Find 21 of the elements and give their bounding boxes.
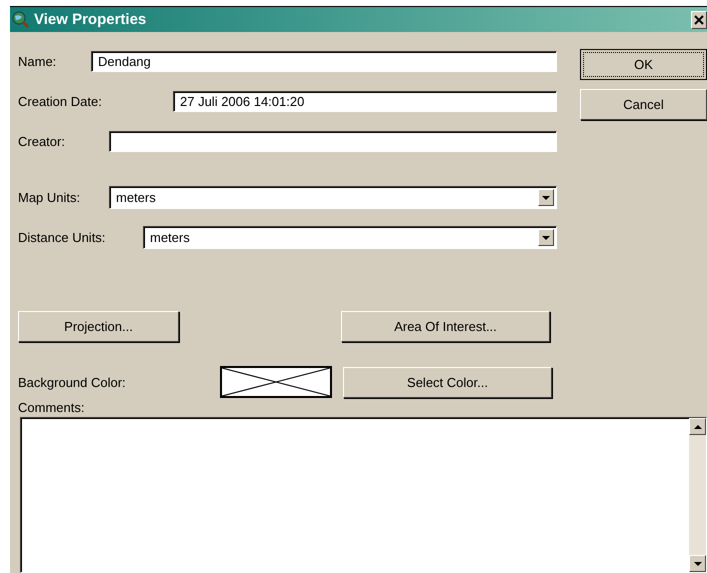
input-field[interactable] bbox=[109, 131, 557, 152]
field-label: Background Color: bbox=[18, 374, 127, 390]
field-label: Name: bbox=[18, 54, 58, 69]
cancel-button[interactable]: Cancel bbox=[580, 89, 707, 120]
window-title: View Properties bbox=[34, 11, 148, 28]
field-label: Map Units: bbox=[18, 190, 82, 205]
field-label: Creator: bbox=[18, 134, 66, 149]
input-field[interactable]: 27 Juli 2006 14:01:20 bbox=[173, 91, 557, 112]
select-color-button[interactable]: Select Color... bbox=[343, 366, 552, 398]
field-label: Creation Date: bbox=[18, 94, 103, 109]
close-button[interactable] bbox=[691, 10, 707, 28]
field-label: Distance Units: bbox=[18, 230, 106, 245]
ok-button[interactable]: OK bbox=[580, 49, 707, 80]
dropdown[interactable]: meters bbox=[143, 226, 557, 249]
close-icon[interactable] bbox=[694, 14, 704, 24]
field-label: Comments: bbox=[18, 400, 84, 415]
dropdown[interactable]: meters bbox=[109, 186, 557, 209]
input-field[interactable]: Dendang bbox=[91, 51, 557, 72]
globe-magnifier-icon bbox=[12, 10, 30, 28]
projection-button[interactable]: Projection... bbox=[18, 311, 179, 342]
area-of-interest-button[interactable]: Area Of Interest... bbox=[341, 311, 550, 342]
